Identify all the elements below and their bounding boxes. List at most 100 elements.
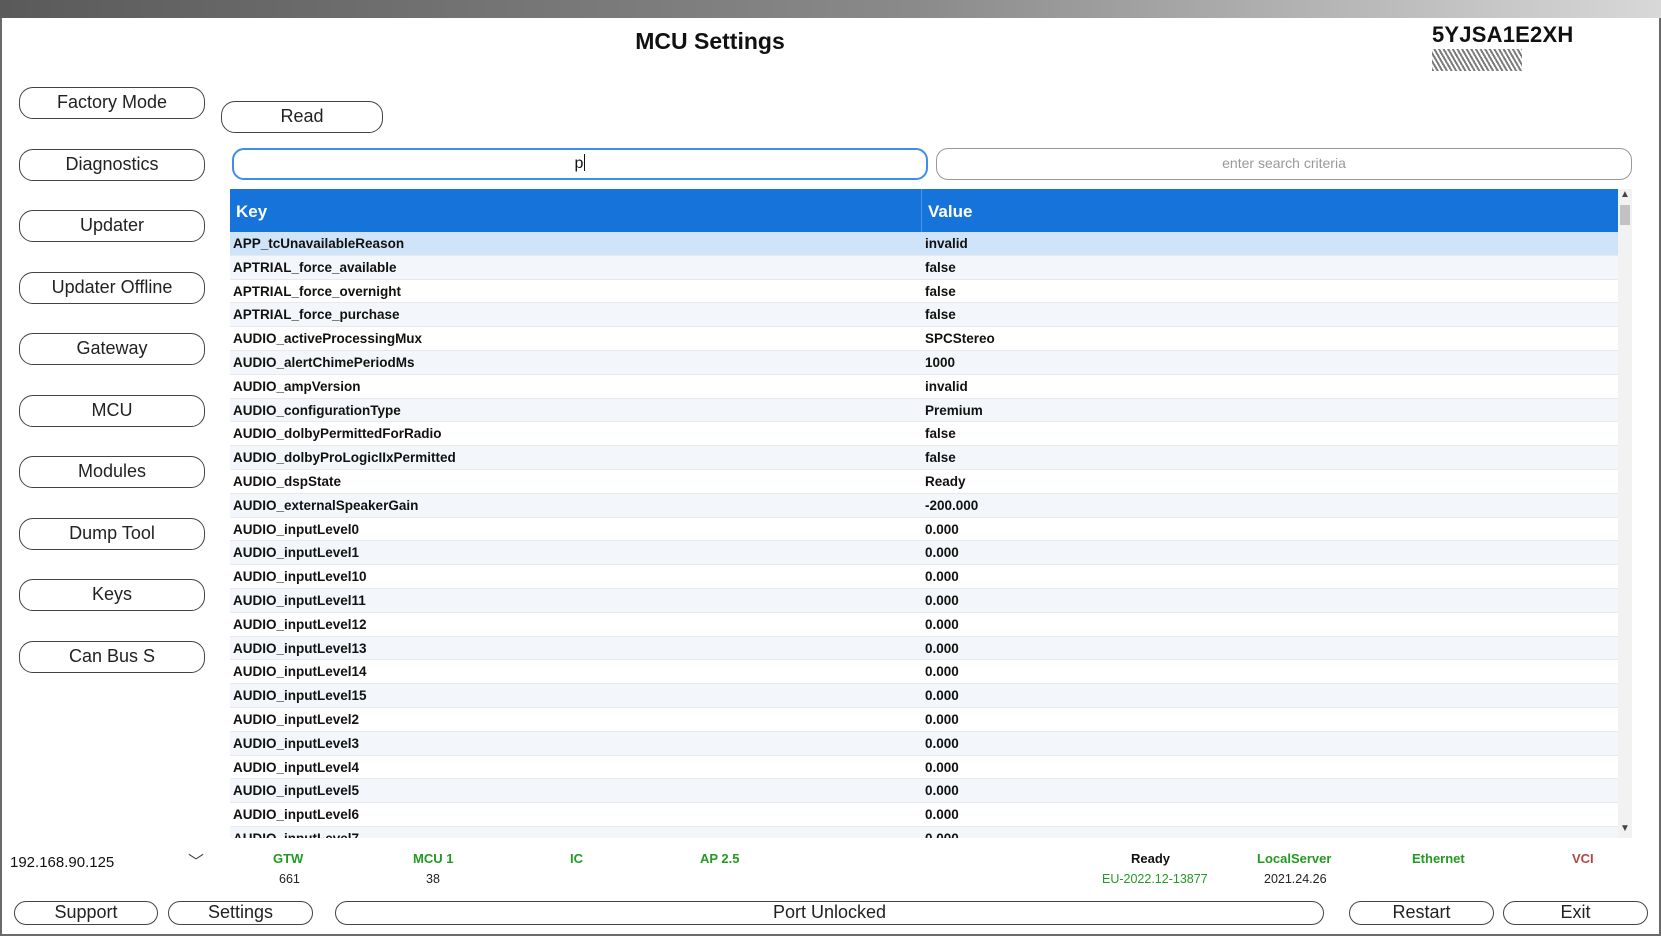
gtw-status-label: GTW xyxy=(273,851,304,866)
table-row[interactable]: AUDIO_inputLevel5 0.000 xyxy=(230,779,1618,804)
row-value-cell: 0.000 xyxy=(925,688,959,704)
column-header-key[interactable]: Key xyxy=(230,189,922,232)
vin-display: 5YJSA1E2XH xyxy=(1432,22,1661,74)
scroll-up-arrow-icon[interactable]: ▲ xyxy=(1619,189,1631,203)
search-criteria-input[interactable]: enter search criteria xyxy=(936,148,1632,180)
row-value-cell: 0.000 xyxy=(925,783,959,799)
gateway-button[interactable]: Gateway xyxy=(19,333,205,365)
row-key-cell: AUDIO_inputLevel3 xyxy=(233,735,360,751)
table-row[interactable]: AUDIO_inputLevel14 0.000 xyxy=(230,660,1618,685)
can-bus-button[interactable]: Can Bus S xyxy=(19,641,205,673)
row-key-cell: AUDIO_ampVersion xyxy=(233,378,361,394)
table-row[interactable]: AUDIO_inputLevel11 0.000 xyxy=(230,588,1618,613)
row-value-cell: 0.000 xyxy=(925,545,959,561)
row-value-cell: 0.000 xyxy=(925,759,959,775)
table-row[interactable]: AUDIO_inputLevel3 0.000 xyxy=(230,731,1618,756)
table-row[interactable]: AUDIO_dolbyProLogicIIxPermitted false xyxy=(230,446,1618,470)
row-key-cell: AUDIO_inputLevel6 xyxy=(233,807,360,823)
ic-status-label: IC xyxy=(570,851,583,866)
server-status-label: LocalServer xyxy=(1257,851,1332,866)
table-row[interactable]: AUDIO_inputLevel1 0.000 xyxy=(230,541,1618,566)
row-key-cell: AUDIO_inputLevel5 xyxy=(233,783,360,799)
diagnostics-button[interactable]: Diagnostics xyxy=(19,149,205,181)
row-key-cell: APTRIAL_force_overnight xyxy=(233,283,402,299)
ethernet-status-label: Ethernet xyxy=(1412,851,1465,866)
dump-tool-button[interactable]: Dump Tool xyxy=(19,518,205,550)
row-key-cell: AUDIO_inputLevel14 xyxy=(233,664,367,680)
row-value-cell: 0.000 xyxy=(925,735,959,751)
mcu-button[interactable]: MCU xyxy=(19,395,205,427)
row-key-cell: AUDIO_activeProcessingMux xyxy=(233,331,423,347)
port-status-button[interactable]: Port Unlocked xyxy=(335,901,1324,925)
support-button[interactable]: Support xyxy=(14,901,158,925)
row-value-cell: 0.000 xyxy=(922,827,1618,838)
updater-offline-button[interactable]: Updater Offline xyxy=(19,272,205,304)
table-row[interactable]: AUDIO_inputLevel2 0.000 xyxy=(230,708,1618,732)
row-value-cell: SPCStereo xyxy=(925,331,995,347)
row-key-cell: AUDIO_inputLevel11 xyxy=(233,592,366,608)
row-value-cell: false xyxy=(925,426,956,442)
table-row[interactable]: AUDIO_inputLevel4 0.000 xyxy=(230,756,1618,780)
row-key-cell: AUDIO_dolbyProLogicIIxPermitted xyxy=(233,450,456,466)
table-row[interactable]: AUDIO_externalSpeakerGain -200.000 xyxy=(230,493,1618,518)
table-row[interactable]: AUDIO_inputLevel10 0.000 xyxy=(230,565,1618,589)
table-row[interactable]: AUDIO_inputLevel13 0.000 xyxy=(230,636,1618,661)
table-scrollbar[interactable] xyxy=(1618,189,1632,838)
row-value-cell: -200.000 xyxy=(925,497,979,513)
row-value-cell: 1000 xyxy=(925,354,956,370)
table-row[interactable]: AUDIO_inputLevel0 0.000 xyxy=(230,518,1618,542)
row-key-cell: AUDIO_inputLevel4 xyxy=(233,759,360,775)
factory-mode-button[interactable]: Factory Mode xyxy=(19,87,205,119)
table-row[interactable]: APP_tcUnavailableReason invalid xyxy=(230,232,1618,256)
row-value-cell: 0.000 xyxy=(925,521,959,537)
row-key-cell: APTRIAL_force_available xyxy=(233,259,397,275)
search-input[interactable]: p xyxy=(232,148,928,180)
table-row[interactable]: AUDIO_dspState Ready xyxy=(230,470,1618,494)
row-value-cell: invalid xyxy=(925,236,968,251)
table-row[interactable]: APTRIAL_force_overnight false xyxy=(230,280,1618,304)
column-header-value[interactable]: Value xyxy=(922,189,1618,232)
restart-button[interactable]: Restart xyxy=(1349,901,1494,925)
table-row[interactable]: AUDIO_configurationType Premium xyxy=(230,398,1618,423)
scroll-down-arrow-icon[interactable]: ▼ xyxy=(1619,823,1631,837)
vin-text: 5YJSA1E2XH xyxy=(1432,22,1574,47)
row-key-cell: AUDIO_dspState xyxy=(233,473,342,489)
row-key-cell: AUDIO_configurationType xyxy=(233,402,401,418)
keys-button[interactable]: Keys xyxy=(19,579,205,611)
row-key-cell: AUDIO_alertChimePeriodMs xyxy=(233,354,415,370)
row-key-cell: AUDIO_inputLevel10 xyxy=(233,569,367,585)
table-row[interactable]: AUDIO_activeProcessingMux SPCStereo xyxy=(230,327,1618,351)
table-body: APP_tcUnavailableReason invalid APTRIAL_fo… xyxy=(230,232,1618,838)
settings-table: Key Value APP_tcUnavailableReason invalid… xyxy=(230,189,1618,838)
ip-address-select[interactable]: 192.168.90.125 ﹀ xyxy=(6,848,218,878)
table-row[interactable]: AUDIO_inputLevel6 0.000 xyxy=(230,803,1618,827)
row-value-cell: 0.000 xyxy=(925,711,959,727)
vci-status-label: VCI xyxy=(1572,851,1594,866)
table-row[interactable]: AUDIO_dolbyPermittedForRadio false xyxy=(230,422,1618,447)
table-row[interactable]: AUDIO_ampVersion invalid xyxy=(230,375,1618,399)
read-button[interactable]: Read xyxy=(221,101,383,133)
vin-redaction xyxy=(1432,49,1522,71)
window-titlebar[interactable] xyxy=(0,0,1661,18)
updater-button[interactable]: Updater xyxy=(19,210,205,242)
row-value-cell: 0.000 xyxy=(925,616,959,632)
exit-button[interactable]: Exit xyxy=(1503,901,1648,925)
table-row[interactable]: AUDIO_alertChimePeriodMs 1000 xyxy=(230,350,1618,375)
row-value-cell: 0.000 xyxy=(925,640,959,656)
modules-button[interactable]: Modules xyxy=(19,456,205,488)
table-row[interactable]: APTRIAL_force_available false xyxy=(230,255,1618,280)
table-row[interactable]: AUDIO_inputLevel12 0.000 xyxy=(230,613,1618,637)
row-key-cell: APP_tcUnavailableReason xyxy=(233,236,405,251)
table-row[interactable]: AUDIO_inputLevel15 0.000 xyxy=(230,684,1618,708)
settings-button[interactable]: Settings xyxy=(168,901,313,925)
row-key-cell: AUDIO_inputLevel2 xyxy=(233,711,360,727)
row-value-cell: 0.000 xyxy=(925,569,959,585)
row-key-cell: AUDIO_inputLevel1 xyxy=(233,545,360,561)
scrollbar-thumb[interactable] xyxy=(1620,205,1630,225)
table-row[interactable]: APTRIAL_force_purchase false xyxy=(230,303,1618,328)
row-value-cell: Ready xyxy=(925,473,966,489)
table-row[interactable]: AUDIO_inputLevel70.000 xyxy=(230,826,1618,838)
row-key-cell: APTRIAL_force_purchase xyxy=(233,307,400,323)
table-header: Key Value xyxy=(230,189,1618,232)
chevron-down-icon: ﹀ xyxy=(187,854,204,871)
